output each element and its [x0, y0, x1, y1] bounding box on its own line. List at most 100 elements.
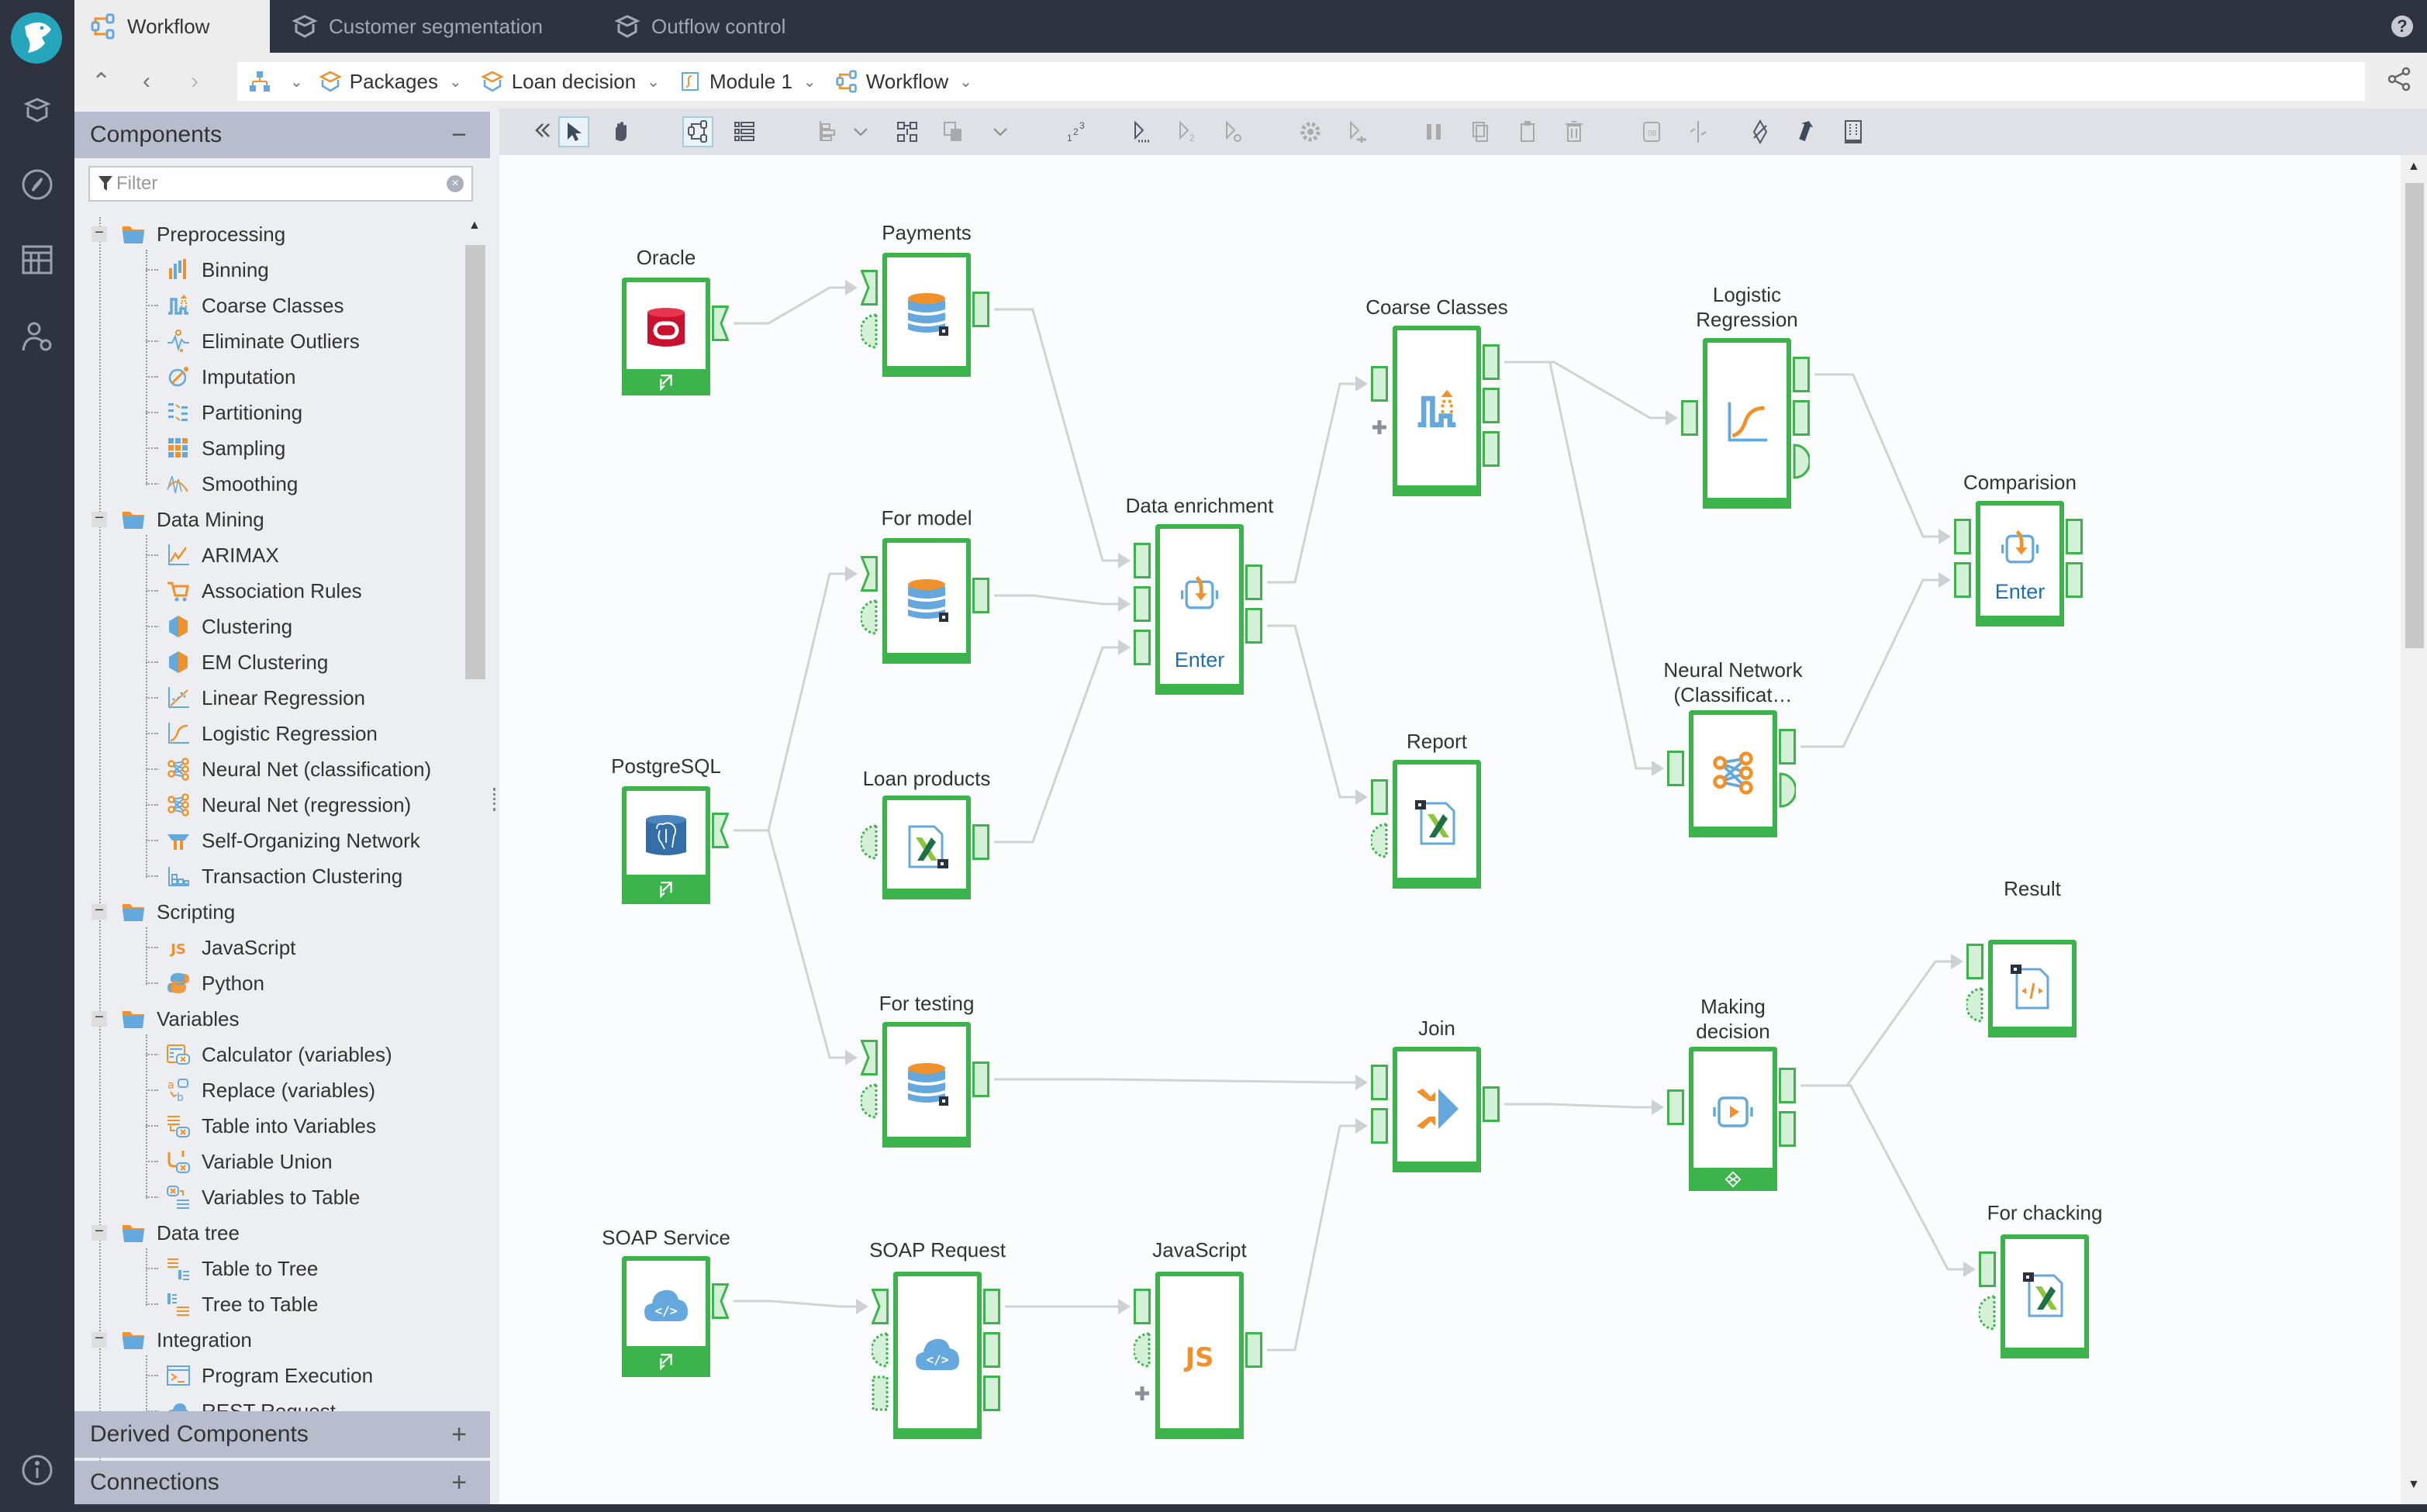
node-decision[interactable]	[1689, 1047, 1777, 1191]
up-button[interactable]: ⌃	[91, 68, 111, 95]
canvas-scrollbar[interactable]: ▲ ▼	[2401, 155, 2427, 1504]
output-port[interactable]	[712, 1283, 730, 1319]
info-icon[interactable]	[14, 1447, 60, 1493]
variable-port[interactable]	[1965, 987, 1983, 1023]
tree-item[interactable]: Table to Tree	[146, 1251, 318, 1286]
input-port[interactable]	[1134, 1289, 1151, 1324]
output-port[interactable]	[972, 824, 989, 860]
output-port[interactable]	[1245, 1332, 1262, 1368]
input-port[interactable]	[860, 1040, 878, 1075]
tree-folder[interactable]: − Scripting	[91, 895, 235, 929]
share-icon[interactable]	[2387, 67, 2411, 91]
variable-port[interactable]	[1132, 1332, 1151, 1368]
clear-filter-icon[interactable]: ×	[447, 175, 464, 192]
workflow-view-button[interactable]	[682, 116, 713, 147]
input-port[interactable]	[1371, 366, 1388, 402]
output-port[interactable]	[1245, 608, 1262, 644]
node-forchacking[interactable]	[2001, 1234, 2089, 1358]
enter-label[interactable]: Enter	[1980, 580, 2059, 604]
optional-port[interactable]	[872, 1376, 889, 1411]
forward-button[interactable]: ›	[191, 68, 199, 95]
tree-item[interactable]: EM Clustering	[146, 645, 328, 679]
output-port[interactable]	[2066, 562, 2083, 598]
derived-components-header[interactable]: Derived Components +	[74, 1411, 490, 1458]
run-step-button[interactable]: 2	[1171, 116, 1202, 147]
input-port[interactable]	[1667, 1089, 1684, 1125]
collapse-folder-icon[interactable]: −	[91, 510, 107, 527]
tree-item[interactable]: a b Replace (variables)	[146, 1073, 375, 1107]
filter-input[interactable]: Filter ×	[88, 166, 473, 202]
collapse-button[interactable]: −	[451, 120, 467, 150]
tree-scrollbar[interactable]: ▲ ▼	[462, 217, 485, 1512]
components-header[interactable]: Components −	[74, 112, 490, 158]
run-settings-button[interactable]	[1217, 116, 1248, 147]
input-port[interactable]	[1371, 1065, 1388, 1100]
expand-button[interactable]: +	[451, 1420, 467, 1450]
collapse-folder-icon[interactable]: −	[91, 903, 107, 920]
tree-item[interactable]: ARIMAX	[146, 538, 279, 572]
packages-nav-icon[interactable]	[14, 87, 60, 133]
tree-item[interactable]: Program Execution	[146, 1358, 373, 1393]
pan-tool-button[interactable]	[605, 116, 636, 147]
scroll-thumb[interactable]	[465, 245, 485, 679]
input-port[interactable]	[1979, 1251, 1996, 1287]
input-port[interactable]	[1134, 586, 1151, 622]
node-oracle[interactable]	[622, 278, 710, 395]
back-button[interactable]: ‹	[143, 68, 150, 95]
chevron-down-icon[interactable]: ⌄	[959, 72, 972, 91]
chevron-down-icon[interactable]: ⌄	[290, 72, 303, 91]
input-port[interactable]	[1681, 400, 1698, 436]
tree-folder[interactable]: − Variables	[91, 1002, 239, 1036]
node-soaprequest[interactable]: </>	[893, 1272, 982, 1439]
chevron-down-icon[interactable]: ⌄	[449, 72, 462, 91]
node-neural[interactable]	[1689, 710, 1777, 837]
tree-item[interactable]: Linear Regression	[146, 681, 365, 715]
copy-style-dropdown[interactable]	[985, 116, 1016, 147]
scroll-up-icon[interactable]: ▲	[468, 219, 481, 233]
collapse-folder-icon[interactable]: −	[91, 1331, 107, 1348]
tree-item[interactable]: Clustering	[146, 609, 292, 644]
input-port[interactable]	[871, 1289, 889, 1324]
node-postgres[interactable]	[622, 786, 710, 904]
tree-item[interactable]: Variables to Table	[146, 1180, 360, 1214]
variable-port[interactable]	[1369, 823, 1388, 858]
output-port[interactable]	[1779, 729, 1796, 765]
output-port[interactable]	[983, 1376, 1000, 1411]
node-payments[interactable]	[882, 253, 971, 377]
output-port[interactable]	[1483, 344, 1500, 380]
tree-item[interactable]: Variable Union	[146, 1144, 333, 1179]
package-button[interactable]: 08	[1636, 116, 1667, 147]
group-button[interactable]	[1419, 116, 1450, 147]
tree-item[interactable]: Tree to Table	[146, 1287, 318, 1321]
output-port[interactable]	[1483, 431, 1500, 467]
breadcrumb-root[interactable]: ⌄	[248, 70, 303, 93]
panel-splitter[interactable]	[490, 109, 499, 1504]
variable-port[interactable]	[859, 599, 878, 635]
scroll-down-icon[interactable]: ▼	[2408, 1478, 2420, 1492]
output-port[interactable]	[1793, 357, 1810, 392]
input-port[interactable]	[1667, 751, 1684, 786]
input-port[interactable]	[860, 556, 878, 592]
tab-workflow[interactable]: Workflow	[74, 0, 270, 53]
output-port[interactable]	[1483, 388, 1500, 423]
node-fortesting[interactable]	[882, 1022, 971, 1148]
variable-port[interactable]	[859, 313, 878, 349]
collapse-folder-icon[interactable]: −	[91, 225, 107, 242]
variable-port[interactable]	[859, 1083, 878, 1119]
run-to-button[interactable]	[1124, 116, 1155, 147]
node-javascript[interactable]: JS	[1155, 1272, 1244, 1439]
copy-style-button[interactable]	[938, 116, 969, 147]
output-port[interactable]	[972, 578, 989, 613]
disconnect-button[interactable]	[1683, 116, 1714, 147]
model-port[interactable]	[1793, 444, 1811, 479]
input-port[interactable]	[860, 270, 878, 306]
frame-button[interactable]	[1838, 116, 1869, 147]
tree-item[interactable]: Coarse Classes	[146, 288, 344, 323]
tab-customer-segmentation[interactable]: Customer segmentation	[276, 0, 602, 53]
node-loanproducts[interactable]	[882, 796, 971, 899]
tree-item[interactable]: Neural Net (classification)	[146, 752, 431, 786]
tree-item[interactable]: Association Rules	[146, 574, 362, 608]
link-button[interactable]	[1745, 116, 1776, 147]
output-port[interactable]	[712, 306, 730, 341]
tree-item[interactable]: Logistic Regression	[146, 716, 378, 751]
